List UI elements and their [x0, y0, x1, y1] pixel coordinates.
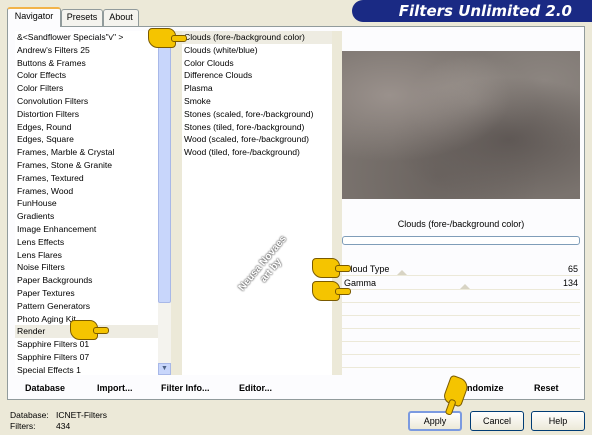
help-button[interactable]: Help — [531, 411, 585, 431]
category-item[interactable]: FunHouse — [15, 197, 158, 210]
category-item[interactable]: Frames, Marble & Crystal — [15, 146, 158, 159]
param-row-empty — [342, 317, 580, 329]
category-item[interactable]: Image Enhancement — [15, 223, 158, 236]
pointer-hand-icon — [312, 281, 340, 301]
category-item[interactable]: Pattern Generators — [15, 300, 158, 313]
status-filters-value: 434 — [56, 421, 71, 431]
column-divider — [171, 31, 182, 375]
category-item[interactable]: Frames, Stone & Granite — [15, 159, 158, 172]
param-row-empty — [342, 356, 580, 368]
category-item[interactable]: Lens Flares — [15, 249, 158, 262]
param-row-cloud-type[interactable]: Cloud Type 65 — [342, 262, 580, 276]
filter-item[interactable]: Plasma — [182, 82, 332, 95]
status-filters-label: Filters: — [10, 421, 36, 431]
status-database-value: ICNET-Filters — [56, 410, 107, 420]
filter-preview — [342, 51, 580, 199]
filter-item[interactable]: Stones (scaled, fore-/background) — [182, 108, 332, 121]
category-item[interactable]: Paper Backgrounds — [15, 274, 158, 287]
progress-bar — [342, 236, 580, 245]
param-row-empty — [342, 304, 580, 316]
pointer-hand-icon — [148, 28, 176, 48]
category-item[interactable]: Color Effects — [15, 69, 158, 82]
param-value: 134 — [562, 278, 578, 288]
filter-item[interactable]: Wood (tiled, fore-/background) — [182, 146, 332, 159]
category-item[interactable]: Edges, Square — [15, 133, 158, 146]
cancel-button[interactable]: Cancel — [470, 411, 524, 431]
filter-item[interactable]: Wood (scaled, fore-/background) — [182, 133, 332, 146]
filter-item[interactable]: Stones (tiled, fore-/background) — [182, 121, 332, 134]
filter-list[interactable]: Clouds (fore-/background color) Clouds (w… — [182, 31, 332, 375]
param-row-empty — [342, 291, 580, 303]
tab-about[interactable]: About — [103, 9, 139, 26]
filter-info-button[interactable]: Filter Info... — [161, 383, 210, 393]
tab-navigator[interactable]: Navigator — [7, 7, 61, 27]
randomize-button[interactable]: ndomize — [467, 383, 504, 393]
app-title-banner: Filters Unlimited 2.0 — [352, 0, 592, 22]
import-button[interactable]: Import... — [97, 383, 133, 393]
filter-item[interactable]: Clouds (fore-/background color) — [182, 31, 332, 44]
preview-filter-name: Clouds (fore-/background color) — [397, 219, 525, 229]
database-button[interactable]: Database — [25, 383, 65, 393]
filter-item[interactable]: Color Clouds — [182, 57, 332, 70]
param-value: 65 — [567, 264, 578, 274]
filter-item[interactable]: Smoke — [182, 95, 332, 108]
slider-marker[interactable] — [397, 270, 407, 275]
category-item[interactable]: Frames, Wood — [15, 185, 158, 198]
tab-presets[interactable]: Presets — [61, 9, 103, 26]
reset-button[interactable]: Reset — [534, 383, 559, 393]
category-item[interactable]: Paper Textures — [15, 287, 158, 300]
category-item[interactable]: Special Effects 1 — [15, 364, 158, 375]
param-row-empty — [342, 343, 580, 355]
category-item[interactable]: Sapphire Filters 01 — [15, 338, 158, 351]
scroll-thumb[interactable] — [158, 43, 171, 303]
category-item[interactable]: Gradients — [15, 210, 158, 223]
category-item[interactable]: Lens Effects — [15, 236, 158, 249]
category-item[interactable]: &<Sandflower Specials"v" > — [15, 31, 158, 44]
pointer-hand-icon — [70, 320, 98, 340]
slider-marker[interactable] — [460, 284, 470, 289]
apply-button[interactable]: Apply — [408, 411, 462, 431]
category-item[interactable]: Andrew's Filters 25 — [15, 44, 158, 57]
param-row-gamma[interactable]: Gamma 134 — [342, 276, 580, 290]
filter-item[interactable]: Difference Clouds — [182, 69, 332, 82]
category-item[interactable]: Noise Filters — [15, 261, 158, 274]
category-item[interactable]: Color Filters — [15, 82, 158, 95]
column-divider-2 — [332, 31, 342, 375]
category-item[interactable]: Edges, Round — [15, 121, 158, 134]
scroll-down-arrow[interactable]: ▼ — [158, 363, 171, 375]
category-item[interactable]: Sapphire Filters 07 — [15, 351, 158, 364]
category-item[interactable]: Distortion Filters — [15, 108, 158, 121]
status-database-label: Database: — [10, 410, 49, 420]
category-scrollbar[interactable]: ▲ ▼ — [158, 31, 171, 375]
pointer-hand-icon — [312, 258, 340, 278]
filter-item[interactable]: Clouds (white/blue) — [182, 44, 332, 57]
category-item[interactable]: Buttons & Frames — [15, 57, 158, 70]
category-item[interactable]: Frames, Textured — [15, 172, 158, 185]
editor-button[interactable]: Editor... — [239, 383, 272, 393]
param-row-empty — [342, 330, 580, 342]
category-item[interactable]: Convolution Filters — [15, 95, 158, 108]
